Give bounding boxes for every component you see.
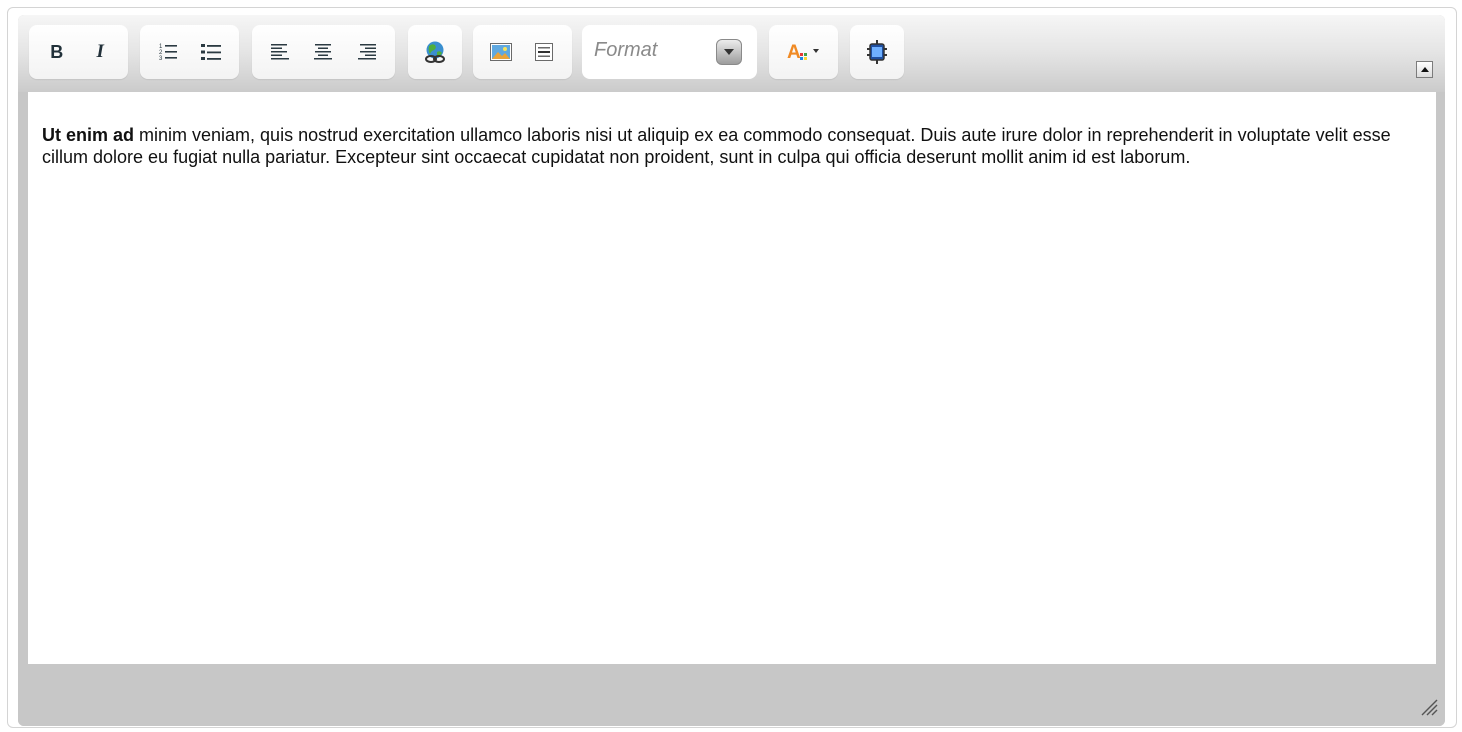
- link-globe-icon: [425, 41, 445, 63]
- image-icon: [489, 43, 512, 61]
- svg-text:3: 3: [159, 56, 163, 62]
- text-color-group: A: [769, 25, 838, 79]
- bold-text: Ut enim ad: [42, 125, 135, 145]
- align-left-icon: [270, 44, 289, 60]
- alignment-group: [252, 25, 395, 79]
- italic-icon: I: [96, 41, 104, 62]
- format-dropdown-label: Format: [594, 39, 658, 61]
- horizontal-rule-button[interactable]: [530, 38, 558, 66]
- svg-text:A: A: [787, 42, 801, 63]
- text-style-group: B I: [29, 25, 128, 79]
- bullet-list-icon: [201, 44, 222, 60]
- insert-link-button[interactable]: [421, 38, 449, 66]
- source-view-button[interactable]: [863, 38, 891, 66]
- bold-button[interactable]: B: [43, 38, 71, 66]
- collapse-toolbar-button[interactable]: [1416, 61, 1433, 78]
- editor-statusbar: [18, 664, 1445, 726]
- paragraph-text: minim veniam, quis nostrud exercitation …: [42, 125, 1391, 167]
- content-paragraph: Ut enim ad minim veniam, quis nostrud ex…: [42, 124, 1422, 168]
- resize-grip-icon: [1421, 699, 1438, 716]
- ordered-list-button[interactable]: 1 2 3: [154, 38, 182, 66]
- list-group: 1 2 3: [140, 25, 239, 79]
- text-color-button[interactable]: A: [784, 38, 824, 66]
- align-left-button[interactable]: [266, 38, 294, 66]
- editor-toolbar: B I 1 2 3 Format A: [18, 15, 1445, 92]
- format-dropdown-arrow[interactable]: [716, 39, 742, 65]
- align-center-icon: [314, 44, 333, 60]
- insert-group: [473, 25, 572, 79]
- insert-image-button[interactable]: [487, 38, 515, 66]
- editor-content-area[interactable]: Ut enim ad minim veniam, quis nostrud ex…: [28, 92, 1436, 664]
- format-dropdown[interactable]: Format: [582, 25, 757, 79]
- resize-handle[interactable]: [1418, 696, 1438, 716]
- chevron-down-icon: [724, 49, 734, 55]
- horizontal-rule-icon: [535, 43, 554, 61]
- italic-button[interactable]: I: [86, 38, 114, 66]
- align-center-button[interactable]: [309, 38, 337, 66]
- source-view-icon: [867, 40, 887, 64]
- unordered-list-button[interactable]: [197, 38, 225, 66]
- numbered-list-icon: 1 2 3: [159, 44, 177, 62]
- text-color-icon: A: [787, 42, 819, 63]
- collapse-arrow-icon: [1420, 67, 1429, 72]
- source-group: [850, 25, 904, 79]
- bold-icon: B: [50, 41, 64, 62]
- align-right-button[interactable]: [353, 38, 381, 66]
- align-right-icon: [358, 44, 377, 60]
- link-group: [408, 25, 462, 79]
- rich-text-editor: B I 1 2 3 Format A Ut enim ad minim veni…: [18, 15, 1445, 726]
